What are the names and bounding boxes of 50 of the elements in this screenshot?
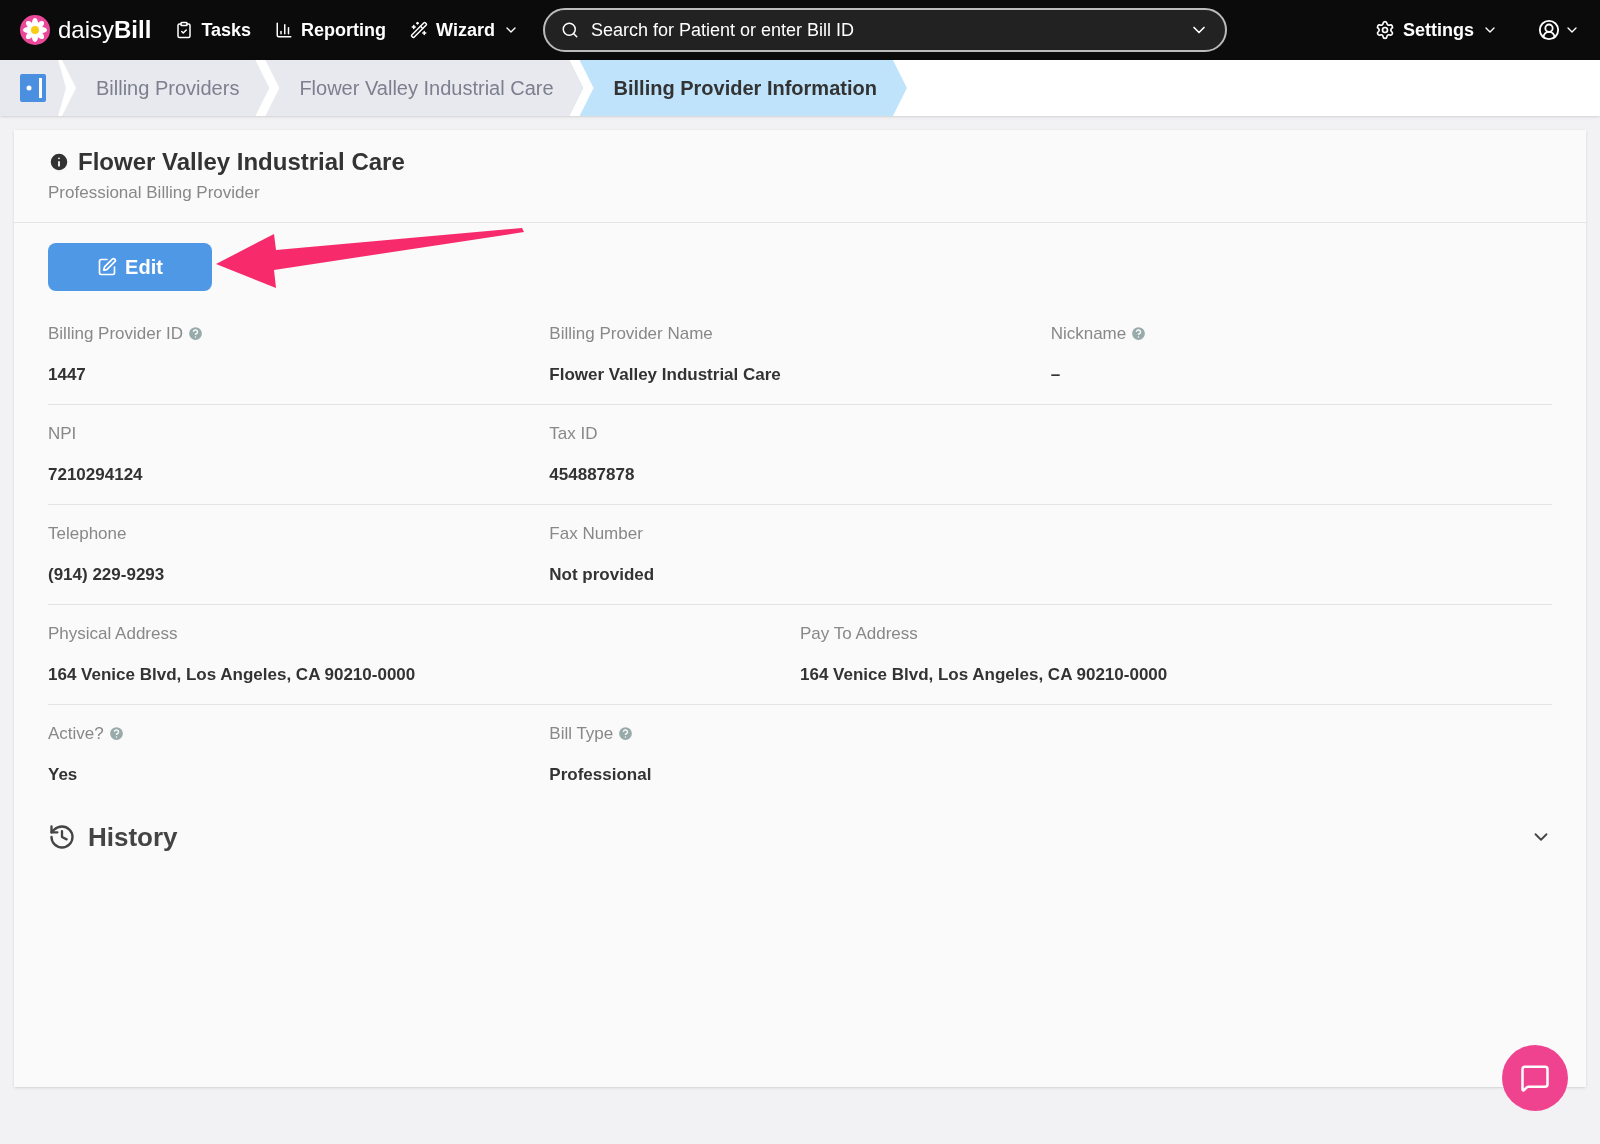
search-icon: [560, 21, 579, 39]
help-icon[interactable]: [187, 324, 205, 342]
history-header[interactable]: History: [48, 817, 1552, 857]
daisy-logo-icon: [20, 15, 50, 45]
field-label: Billing Provider Name: [549, 322, 713, 345]
home-crumb[interactable]: [0, 60, 66, 116]
nav-link[interactable]: Reporting: [275, 16, 387, 44]
nav-link[interactable]: Tasks: [175, 16, 252, 44]
field-value: Not provided: [549, 564, 656, 586]
provider-subtitle: Professional Billing Provider: [48, 182, 261, 204]
field-label: Billing Provider ID: [48, 322, 184, 345]
nav-link[interactable]: Wizard: [410, 16, 519, 44]
help-icon[interactable]: [617, 724, 635, 742]
field-value: 164 Venice Blvd, Los Angeles, CA 90210-0000: [800, 664, 1169, 686]
field-label: Telephone: [48, 522, 127, 545]
breadcrumb[interactable]: Billing Provider Information: [579, 60, 907, 116]
magic-wand-icon: [410, 21, 429, 39]
history-icon: [48, 823, 76, 851]
field-value: Professional: [549, 764, 653, 786]
field-label: Fax Number: [549, 522, 643, 545]
field-label: Pay To Address: [800, 622, 918, 645]
field-value: Flower Valley Industrial Care: [549, 364, 782, 386]
field-value: 1447: [48, 364, 87, 386]
field-value: –: [1050, 364, 1062, 386]
field-value: 454887878: [549, 464, 636, 486]
bar-chart-icon: [275, 21, 294, 39]
edit-icon: [97, 256, 118, 277]
field-label: Nickname: [1050, 322, 1127, 345]
clipboard-icon: [175, 21, 194, 39]
search-input[interactable]: Search for Patient or enter Bill ID: [590, 16, 1177, 44]
brand-name[interactable]: daisyBill: [58, 12, 152, 48]
chat-icon: [1520, 1063, 1550, 1093]
field-value: (914) 229-9293: [48, 564, 166, 586]
settings-icon: [1375, 20, 1395, 40]
field-label: NPI: [48, 422, 77, 445]
field-value: 164 Venice Blvd, Los Angeles, CA 90210-0000: [48, 664, 417, 686]
settings-menu[interactable]: Settings: [1375, 16, 1498, 44]
field-value: Yes: [48, 764, 79, 786]
search-field[interactable]: Search for Patient or enter Bill ID: [542, 8, 1227, 52]
field-label: Physical Address: [48, 622, 178, 645]
help-icon[interactable]: [1130, 324, 1148, 342]
field-label: Bill Type: [549, 722, 614, 745]
field-value: 7210294124: [48, 464, 144, 486]
help-icon[interactable]: [107, 724, 125, 742]
user-icon: [1538, 19, 1560, 41]
info-icon: [48, 151, 70, 173]
provider-title: Flower Valley Industrial Care: [78, 147, 405, 177]
field-label: Tax ID: [549, 422, 598, 445]
id-card-icon: [20, 74, 46, 102]
field-label: Active?: [48, 722, 104, 745]
